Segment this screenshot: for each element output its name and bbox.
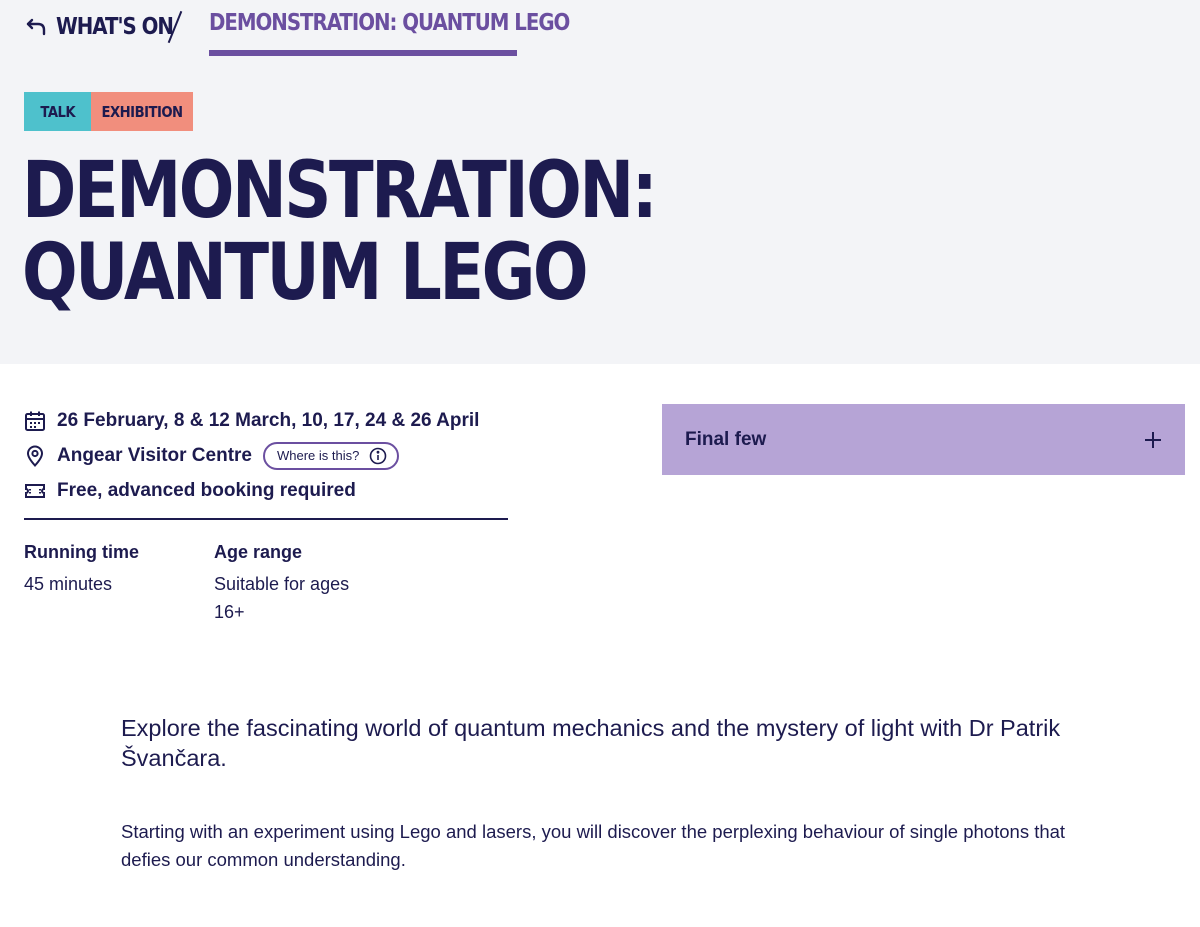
event-location-text: Angear Visitor Centre bbox=[57, 444, 252, 466]
age-range: Age range Suitable for ages 16+ bbox=[214, 540, 384, 626]
tag-exhibition-label: Exhibition bbox=[101, 102, 183, 121]
age-range-value: Suitable for ages 16+ bbox=[214, 574, 350, 622]
event-dates-text: 26 February, 8 & 12 March, 10, 17, 24 & … bbox=[57, 409, 480, 431]
hero-section: What's on Demonstration: Quantum Lego Ta… bbox=[0, 0, 1200, 364]
description-lead: Explore the fascinating world of quantum… bbox=[121, 715, 1061, 771]
breadcrumb-current-label: Demonstration: Quantum Lego bbox=[209, 10, 570, 36]
info-divider bbox=[24, 518, 508, 520]
where-is-this-button[interactable]: Where is this? bbox=[262, 441, 400, 470]
running-time: Running time 45 minutes bbox=[24, 540, 194, 598]
event-price-text: Free, advanced booking required bbox=[57, 479, 356, 501]
event-dates: 26 February, 8 & 12 March, 10, 17, 24 & … bbox=[24, 403, 508, 438]
back-arrow-icon bbox=[26, 18, 46, 36]
breadcrumb-back-label: What's on bbox=[56, 14, 174, 40]
where-is-this-label: Where is this? bbox=[276, 448, 360, 463]
breadcrumb-back-link[interactable]: What's on bbox=[26, 14, 192, 40]
description-body: Starting with an experiment using Lego a… bbox=[121, 821, 1066, 870]
tag-talk[interactable]: Talk bbox=[24, 92, 91, 131]
age-range-label: Age range bbox=[214, 542, 303, 562]
booking-status-label: Final few bbox=[685, 428, 767, 450]
info-icon bbox=[370, 447, 387, 464]
running-time-value: 45 minutes bbox=[24, 574, 113, 594]
ticket-icon bbox=[25, 483, 45, 498]
calendar-icon bbox=[25, 411, 45, 431]
plus-icon bbox=[1145, 431, 1161, 448]
location-pin-icon bbox=[26, 445, 44, 467]
tag-exhibition[interactable]: Exhibition bbox=[91, 92, 193, 131]
breadcrumb-active-underline bbox=[209, 50, 517, 56]
event-price: Free, advanced booking required bbox=[24, 473, 508, 508]
event-tags: Talk Exhibition bbox=[24, 92, 193, 131]
page-title: Demonstration: Quantum Lego bbox=[22, 146, 658, 318]
tag-talk-label: Talk bbox=[40, 102, 75, 121]
event-info: 26 February, 8 & 12 March, 10, 17, 24 & … bbox=[24, 403, 508, 508]
booking-accordion[interactable]: Final few bbox=[662, 404, 1185, 475]
breadcrumb-current-link[interactable]: Demonstration: Quantum Lego bbox=[209, 10, 628, 36]
running-time-label: Running time bbox=[24, 542, 139, 562]
breadcrumb: What's on Demonstration: Quantum Lego bbox=[26, 10, 570, 56]
event-location: Angear Visitor Centre Where is this? bbox=[24, 438, 508, 473]
